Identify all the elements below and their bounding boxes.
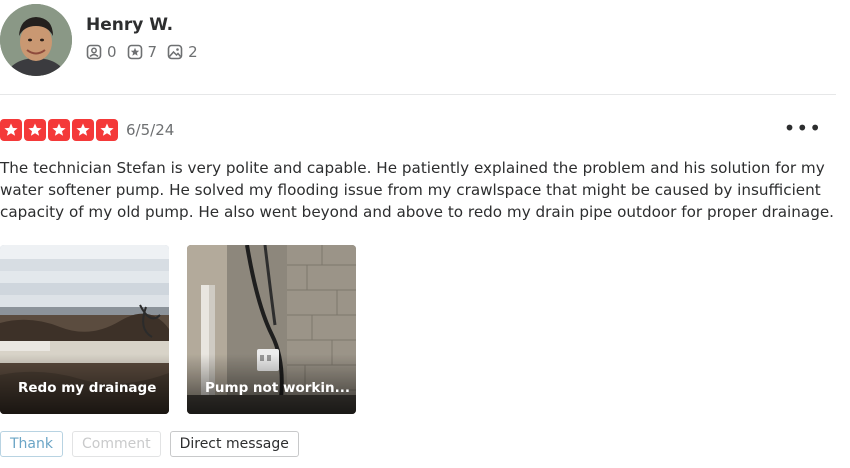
star-icon [96,119,118,141]
divider [0,94,836,95]
reviewer-info: Henry W. 0 7 2 [86,15,198,61]
review-photo-drainage[interactable]: Redo my drainage [0,245,169,414]
friends-icon [86,44,102,60]
reviewer-header: Henry W. 0 7 2 [0,3,198,77]
direct-message-button[interactable]: Direct message [169,431,299,457]
review-photo-pump[interactable]: Pump not workin... [187,245,356,414]
comment-button[interactable]: Comment [71,431,161,457]
review-date: 6/5/24 [126,121,175,139]
review-actions: Thank Comment Direct message [0,431,299,457]
reviewer-name[interactable]: Henry W. [86,14,198,36]
reviews-stat: 7 [127,42,158,61]
more-options-button[interactable]: ••• [784,118,822,138]
reviewer-stats: 0 7 2 [86,43,198,61]
reviews-star-icon [127,44,143,60]
reviews-count: 7 [147,42,158,61]
photo-caption: Pump not workin... [205,380,350,396]
review-photos: Redo my drainage Pump not workin... [0,245,356,414]
star-icon [72,119,94,141]
photos-icon [167,44,183,60]
star-icon [48,119,70,141]
photo-caption: Redo my drainage [18,380,157,396]
friends-stat: 0 [86,43,117,61]
rating-row: 6/5/24 [0,118,174,142]
thank-button[interactable]: Thank [0,431,63,457]
photos-count: 2 [188,42,198,61]
photos-stat: 2 [167,43,198,61]
star-icon [0,119,22,141]
avatar[interactable] [0,4,72,76]
star-icon [24,119,46,141]
star-rating [0,119,118,141]
review-text: The technician Stefan is very polite and… [0,159,835,221]
friends-count: 0 [107,42,117,61]
